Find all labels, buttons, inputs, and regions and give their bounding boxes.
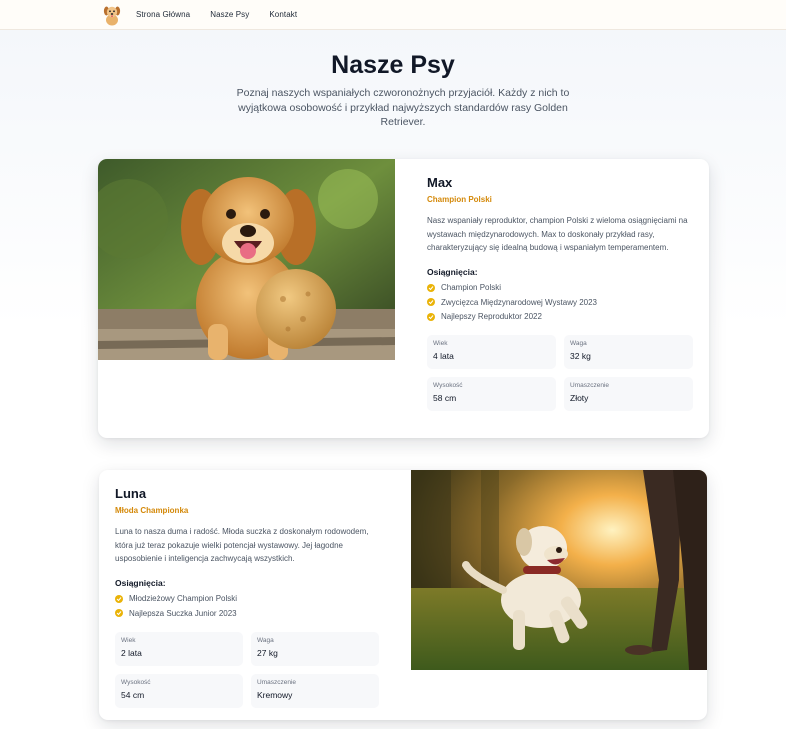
dog-photo-luna [411,470,707,670]
achievements-heading: Osiągnięcia: [427,266,478,277]
nav-link-dogs[interactable]: Nasze Psy [210,10,249,19]
nav-link-home[interactable]: Strona Główna [136,10,190,19]
achievement-item: Najlepszy Reproduktor 2022 [427,310,693,325]
stat-label: Waga [257,636,274,644]
stat-age: Wiek 4 lata [427,335,556,369]
check-circle-icon [427,298,435,307]
check-circle-icon [427,312,435,321]
achievement-item: Zwycięzca Międzynarodowej Wystawy 2023 [427,295,693,310]
stat-value: 32 kg [570,351,591,361]
achievement-label: Młodzieżowy Champion Polski [129,594,238,604]
check-circle-icon [427,283,435,292]
stat-age: Wiek 2 lata [115,631,243,666]
achievements-list: Champion Polski Zwycięzca Międzynarodowe… [427,281,693,325]
dog-card-max: Max Champion Polski Nasz wspaniały repro… [98,159,709,438]
check-circle-icon [115,609,123,618]
stat-value: Kremowy [257,689,293,700]
stat-color: Umaszczenie Złoty [564,377,693,411]
stat-value: 27 kg [257,647,278,658]
dog-description: Nasz wspaniały reproduktor, champion Pol… [427,216,688,252]
achievement-label: Zwycięzca Międzynarodowej Wystawy 2023 [441,297,597,307]
stat-label: Wysokość [121,678,151,686]
stat-label: Wiek [121,636,136,644]
stat-value: 4 lata [433,351,454,361]
page-title: Nasze Psy [331,51,455,79]
dog-stats-grid: Wiek 4 lata Waga 32 kg Wysokość 58 cm Um… [427,335,693,411]
stat-color: Umaszczenie Kremowy [251,673,379,708]
check-circle-icon [115,594,123,603]
stat-label: Umaszczenie [570,382,610,389]
dog-stats-grid: Wiek 2 lata Waga 27 kg Wysokość 54 cm Um… [115,631,379,708]
dog-name: Luna [115,486,147,501]
achievement-item: Najlepsza Suczka Junior 2023 [115,606,379,621]
achievements-list: Młodzieżowy Champion Polski Najlepsza Su… [115,592,379,621]
dog-info-max: Max Champion Polski Nasz wspaniały repro… [427,175,693,411]
stat-value: 2 lata [121,647,142,658]
stat-label: Wysokość [433,382,463,389]
stat-weight: Waga 27 kg [251,631,379,666]
top-nav: Strona Główna Nasze Psy Kontakt [0,0,786,30]
stat-height: Wysokość 58 cm [427,377,556,411]
stat-height: Wysokość 54 cm [115,673,243,708]
dog-description: Luna to nasza duma i radość. Młoda suczk… [115,527,369,563]
achievement-label: Najlepsza Suczka Junior 2023 [129,608,237,618]
achievement-label: Najlepszy Reproduktor 2022 [441,312,542,322]
stat-label: Wiek [433,340,448,347]
stat-weight: Waga 32 kg [564,335,693,369]
dog-name: Max [427,175,453,190]
nav-link-contact[interactable]: Kontakt [269,10,297,19]
stat-value: 58 cm [433,393,457,403]
achievement-item: Młodzieżowy Champion Polski [115,592,379,607]
achievement-item: Champion Polski [427,281,693,296]
stat-label: Umaszczenie [257,678,297,686]
page-subtitle: Poznaj naszych wspaniałych czworonożnych… [236,87,570,128]
achievements-heading: Osiągnięcia: [115,577,166,588]
dog-title-badge: Młoda Championka [115,506,189,515]
achievement-label: Champion Polski [441,283,502,293]
dog-card-luna: Luna Młoda Championka Luna to nasza duma… [99,470,707,720]
puppy-logo-icon[interactable] [102,3,122,27]
dog-photo-max [98,159,395,360]
stat-value: Złoty [570,393,589,403]
dog-title-badge: Champion Polski [427,195,492,204]
dog-info-luna: Luna Młoda Championka Luna to nasza duma… [115,486,379,708]
stat-label: Waga [570,340,587,347]
stat-value: 54 cm [121,689,145,700]
